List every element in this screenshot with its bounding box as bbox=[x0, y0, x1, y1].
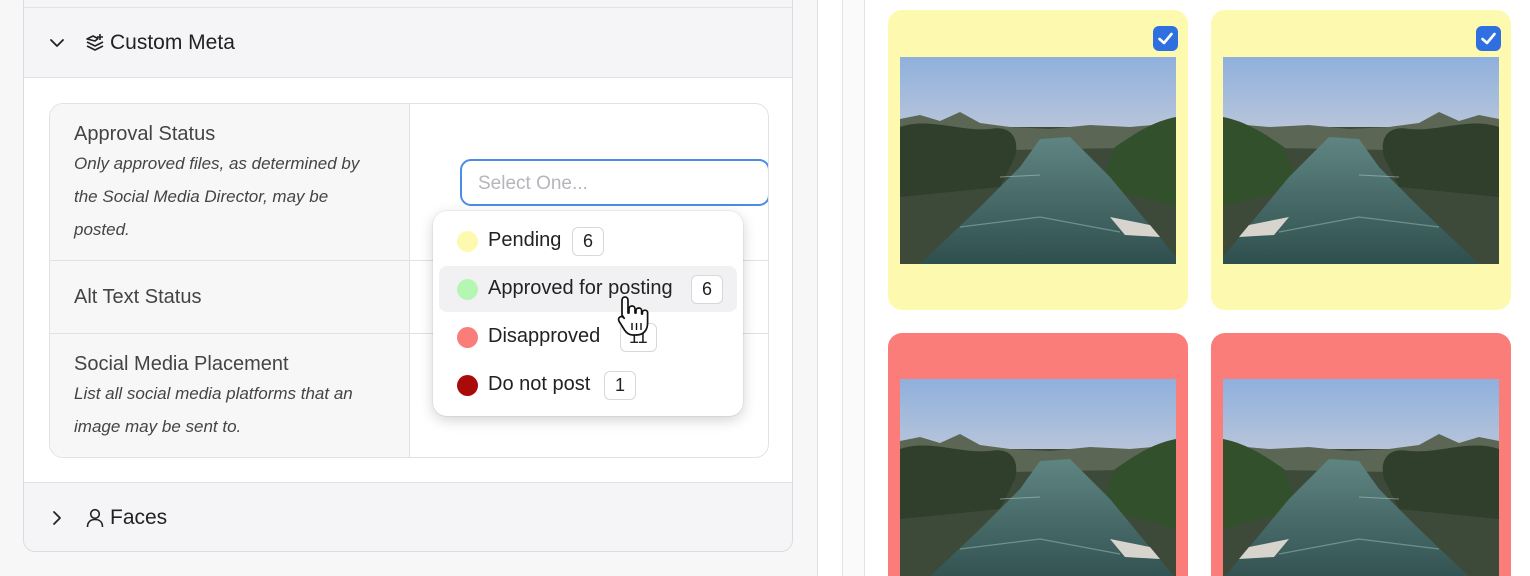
custom-meta-title: Custom Meta bbox=[110, 30, 235, 54]
person-icon bbox=[86, 508, 104, 527]
option-count-badge: 1 bbox=[604, 371, 636, 400]
gallery-card[interactable] bbox=[888, 333, 1188, 576]
stack-plus-icon bbox=[86, 33, 104, 51]
meta-label-cell: Social Media Placement List all social m… bbox=[50, 334, 410, 457]
alt-text-status-label: Alt Text Status bbox=[74, 286, 202, 308]
gallery-card[interactable] bbox=[1211, 10, 1511, 310]
chevron-right-icon bbox=[53, 510, 61, 525]
gallery-thumbnail[interactable] bbox=[1223, 379, 1499, 576]
option-do-not-post[interactable]: Do not post 1 bbox=[439, 362, 737, 408]
previous-section-header[interactable] bbox=[24, 0, 792, 8]
approval-status-dropdown: Pending 6 Approved for posting 6 Disappr… bbox=[433, 211, 743, 416]
gallery-thumbnail[interactable] bbox=[900, 379, 1176, 576]
pending-color-dot bbox=[457, 231, 478, 252]
social-media-placement-label: Social Media Placement bbox=[74, 353, 289, 375]
approval-status-select[interactable]: Select One... bbox=[460, 159, 768, 206]
option-count-badge: 6 bbox=[691, 275, 723, 304]
gallery-thumbnail[interactable] bbox=[1223, 57, 1499, 264]
gallery-card[interactable] bbox=[888, 10, 1188, 310]
option-label: Pending bbox=[488, 229, 562, 251]
select-checkbox[interactable] bbox=[1153, 26, 1178, 51]
gallery-thumbnail[interactable] bbox=[900, 57, 1176, 264]
option-approved-for-posting[interactable]: Approved for posting 6 bbox=[439, 266, 737, 312]
select-placeholder: Select One... bbox=[478, 173, 588, 194]
disapproved-color-dot bbox=[457, 327, 478, 348]
option-label: Disapproved bbox=[488, 325, 601, 347]
gallery-card[interactable] bbox=[1211, 333, 1511, 576]
meta-label-cell: Approval Status Only approved files, as … bbox=[50, 104, 410, 260]
custom-meta-header[interactable]: Custom Meta bbox=[24, 8, 792, 78]
option-count-badge: 6 bbox=[572, 227, 604, 256]
faces-title: Faces bbox=[110, 505, 168, 529]
option-pending[interactable]: Pending 6 bbox=[439, 218, 737, 264]
social-media-placement-description: List all social media platforms that an … bbox=[74, 384, 353, 436]
approved-color-dot bbox=[457, 279, 478, 300]
checkmark-icon bbox=[1158, 32, 1173, 45]
approval-status-label: Approval Status bbox=[74, 123, 216, 145]
faces-header[interactable]: Faces bbox=[24, 482, 792, 551]
select-checkbox[interactable] bbox=[1476, 26, 1501, 51]
approval-status-description: Only approved files, as determined by th… bbox=[74, 154, 360, 239]
option-label: Do not post bbox=[488, 373, 591, 395]
hand-pointer-cursor-icon bbox=[617, 296, 649, 336]
panel-divider[interactable] bbox=[842, 0, 865, 576]
chevron-down-icon bbox=[50, 38, 64, 47]
do-not-post-color-dot bbox=[457, 375, 478, 396]
option-disapproved[interactable]: Disapproved 11 bbox=[439, 314, 737, 360]
meta-label-cell: Alt Text Status bbox=[50, 261, 410, 333]
checkmark-icon bbox=[1481, 32, 1496, 45]
